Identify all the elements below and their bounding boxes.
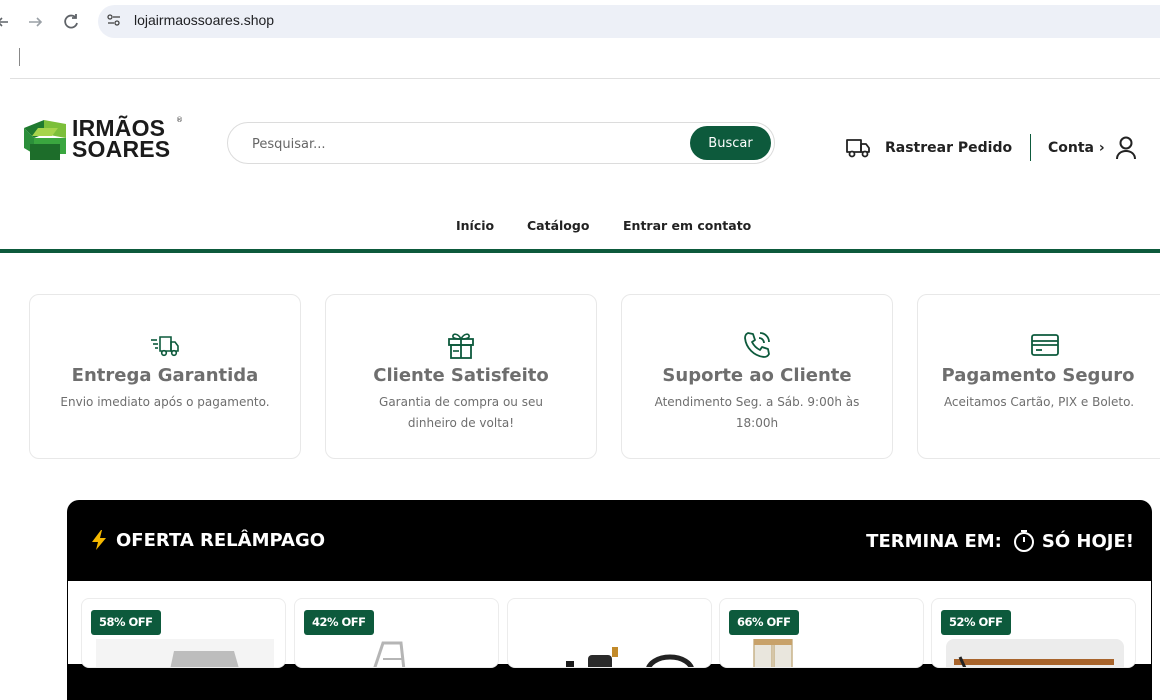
logo-line-2: SOARES [72,136,171,162]
nav-link-catalogo[interactable]: Catálogo [527,218,589,233]
nav-link-inicio[interactable]: Início [456,218,494,233]
logo-emblem-icon [24,120,66,160]
lightning-icon [92,530,106,550]
bookmarks-bar-edge [19,48,20,66]
search-button[interactable]: Buscar [690,126,771,160]
delivery-truck-icon [149,329,181,361]
account-label: Conta › [1048,140,1105,156]
track-order-link[interactable]: Rastrear Pedido [845,136,1012,160]
header-divider [1030,134,1031,161]
browser-toolbar: lojairmaossoares.shop [0,0,1160,44]
gift-box-icon [445,329,477,361]
discount-badge: 52% OFF [941,610,1011,635]
reload-icon[interactable] [59,10,83,34]
site-settings-icon[interactable] [106,12,122,28]
feature-card-delivery: Entrega Garantida Envio imediato após o … [29,294,301,459]
product-card[interactable]: 66% OFF [719,598,924,668]
feature-title: Entrega Garantida [71,365,259,386]
product-card[interactable]: 58% OFF [81,598,286,668]
discount-badge: 42% OFF [304,610,374,635]
flash-sale-title: OFERTA RELÂMPAGO [89,529,325,551]
credit-card-icon [1029,329,1061,361]
feature-card-payment: Pagamento Seguro Aceitamos Cartão, PIX e… [917,294,1160,459]
discount-badge: 58% OFF [91,610,161,635]
nav-link-contato[interactable]: Entrar em contato [623,218,751,233]
forward-arrow-icon[interactable] [23,10,47,34]
flash-sale-title-text: OFERTA RELÂMPAGO [116,529,326,551]
truck-icon [846,139,870,158]
stopwatch-icon [1013,530,1034,552]
countdown-value: SÓ HOJE! [1041,530,1134,552]
phone-call-icon [741,329,773,361]
registered-mark: ® [176,116,183,124]
feature-description: Atendimento Seg. a Sáb. 9:00h às 18:00h [654,395,860,430]
feature-card-support: Suporte ao Cliente Atendimento Seg. a Sá… [621,294,893,459]
nav-underline-bar [0,249,1160,253]
feature-title: Suporte ao Cliente [662,365,852,386]
countdown-label: TERMINA EM: [866,530,1002,552]
product-card[interactable]: 52% OFF [931,598,1136,668]
feature-title: Pagamento Seguro [941,365,1135,386]
back-arrow-icon[interactable] [0,10,18,34]
user-icon [1115,136,1136,160]
product-card[interactable]: 42% OFF [294,598,499,668]
discount-badge: 66% OFF [729,610,799,635]
url-text[interactable]: lojairmaossoares.shop [134,12,274,28]
account-link[interactable]: Conta › [1048,136,1137,160]
track-order-label: Rastrear Pedido [885,140,1013,156]
feature-title: Cliente Satisfeito [373,365,549,386]
feature-description: Garantia de compra ou seu dinheiro de vo… [379,395,543,430]
feature-description: Aceitamos Cartão, PIX e Boleto. [943,395,1135,409]
flash-sale-countdown: TERMINA EM: SÓ HOJE! [866,529,1134,553]
feature-description: Envio imediato após o pagamento. [60,395,270,409]
feature-card-satisfaction: Cliente Satisfeito Garantia de compra ou… [325,294,597,459]
toolbar-divider [10,78,1160,79]
product-card[interactable] [507,598,712,668]
search-bar: Buscar [227,122,775,164]
main-navigation: Início Catálogo Entrar em contato [0,218,1160,238]
logo-wordmark[interactable]: IRMÃOS SOARES [72,117,171,162]
search-input[interactable] [252,134,672,154]
